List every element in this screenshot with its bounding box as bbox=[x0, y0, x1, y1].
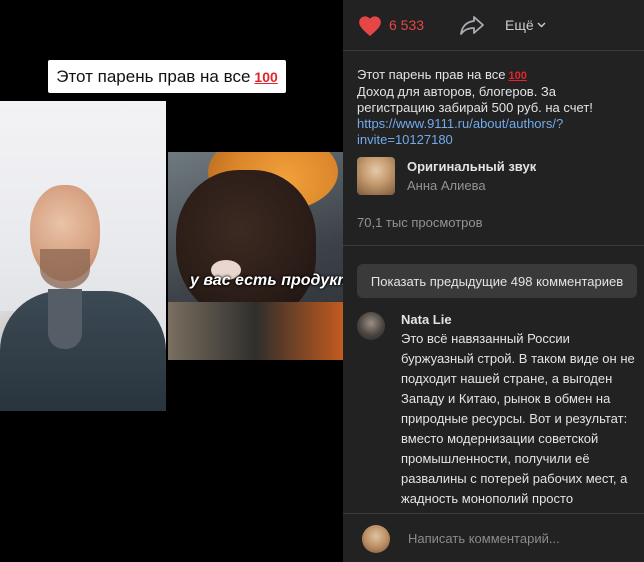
more-label: Ещё bbox=[505, 17, 534, 33]
views-count: 70,1 тыс просмотров bbox=[357, 215, 483, 230]
video-subtitle: у вас есть продукты bbox=[190, 272, 343, 289]
more-button[interactable]: Ещё bbox=[505, 17, 546, 33]
sound-item[interactable]: Оригинальный звук Анна Алиева bbox=[357, 157, 536, 195]
video-frame-right: у вас есть продукты bbox=[168, 152, 343, 360]
avatar bbox=[362, 524, 390, 553]
divider bbox=[343, 50, 644, 51]
divider bbox=[343, 245, 644, 246]
avatar[interactable] bbox=[357, 312, 385, 340]
chevron-down-icon bbox=[537, 22, 546, 28]
guy-face bbox=[176, 170, 316, 320]
comment-input[interactable] bbox=[406, 530, 630, 547]
like-button[interactable]: 6 533 bbox=[357, 13, 424, 37]
info-panel: 6 533 Ещё Этот парень прав на все 100 Дох… bbox=[343, 0, 644, 562]
description-body: Доход для авторов, блогеров. За регистра… bbox=[357, 84, 593, 115]
comment-author[interactable]: Nata Lie bbox=[401, 312, 637, 327]
sound-avatar bbox=[357, 157, 395, 195]
like-count: 6 533 bbox=[389, 17, 425, 33]
description-title: Этот парень прав на все bbox=[357, 67, 506, 82]
action-bar: 6 533 Ещё bbox=[343, 0, 644, 50]
video-description: Этот парень прав на все 100 Доход для авт… bbox=[357, 67, 633, 148]
share-icon[interactable] bbox=[459, 14, 485, 36]
comment-composer bbox=[343, 513, 644, 562]
sound-author[interactable]: Анна Алиева bbox=[407, 178, 536, 193]
hundred-emoji-icon: 100 bbox=[254, 68, 278, 85]
video-player[interactable]: Этот парень прав на все 100 у вас есть п… bbox=[0, 0, 343, 562]
video-caption-text: Этот парень прав на все bbox=[56, 66, 251, 86]
hundred-emoji-icon: 100 bbox=[508, 70, 527, 82]
video-frame-left bbox=[0, 101, 166, 411]
description-link[interactable]: https://www.9111.ru/about/authors/?invit… bbox=[357, 116, 633, 148]
heart-icon bbox=[359, 16, 381, 37]
sound-title[interactable]: Оригинальный звук bbox=[407, 159, 536, 174]
show-previous-comments-button[interactable]: Показать предыдущие 498 комментариев bbox=[357, 264, 637, 298]
video-caption: Этот парень прав на все 100 bbox=[48, 60, 286, 93]
